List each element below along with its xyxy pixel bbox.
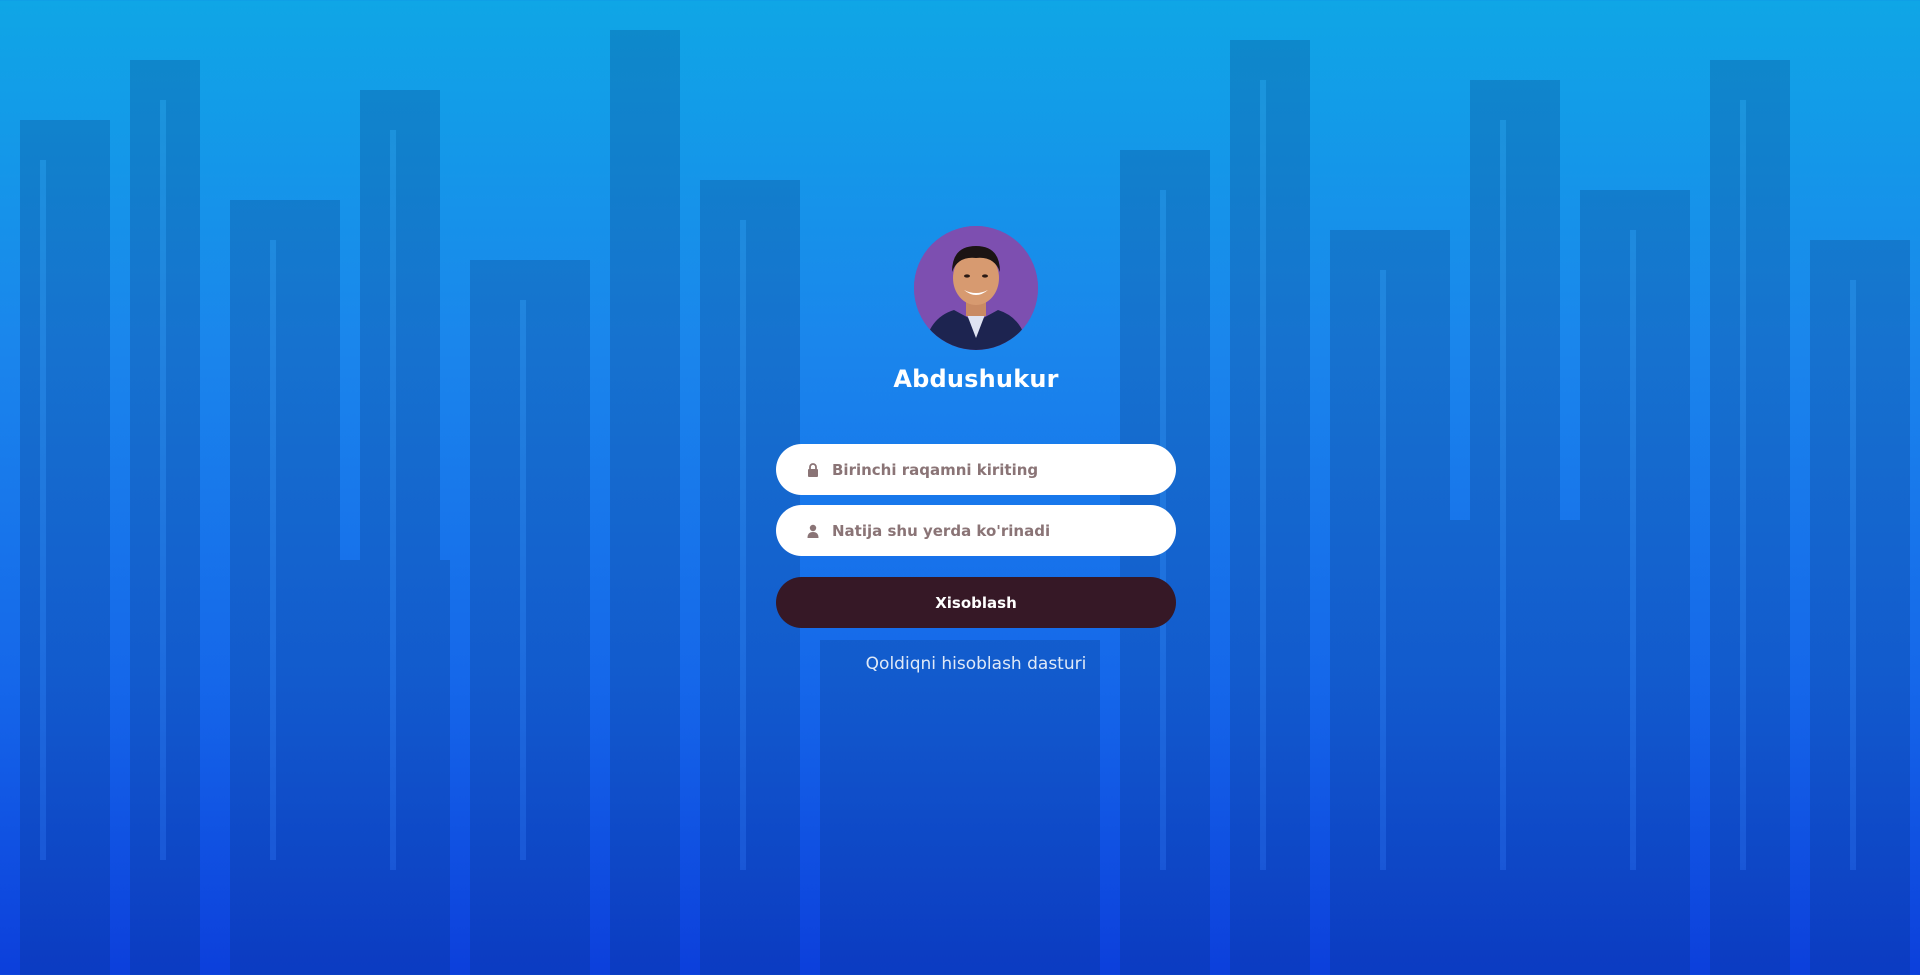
profile-name: Abdushukur bbox=[893, 365, 1059, 393]
first-number-field[interactable] bbox=[776, 444, 1176, 495]
lock-icon bbox=[806, 462, 820, 478]
result-input[interactable] bbox=[832, 521, 1152, 540]
user-icon bbox=[806, 523, 820, 539]
calculate-button[interactable]: Xisoblash bbox=[776, 577, 1176, 628]
login-container: Abdushukur Xisoblash Qoldiqni hisoblash … bbox=[0, 0, 1920, 975]
avatar bbox=[914, 226, 1038, 350]
footer-caption: Qoldiqni hisoblash dasturi bbox=[865, 654, 1087, 674]
result-field[interactable] bbox=[776, 505, 1176, 556]
first-number-input[interactable] bbox=[832, 460, 1152, 479]
